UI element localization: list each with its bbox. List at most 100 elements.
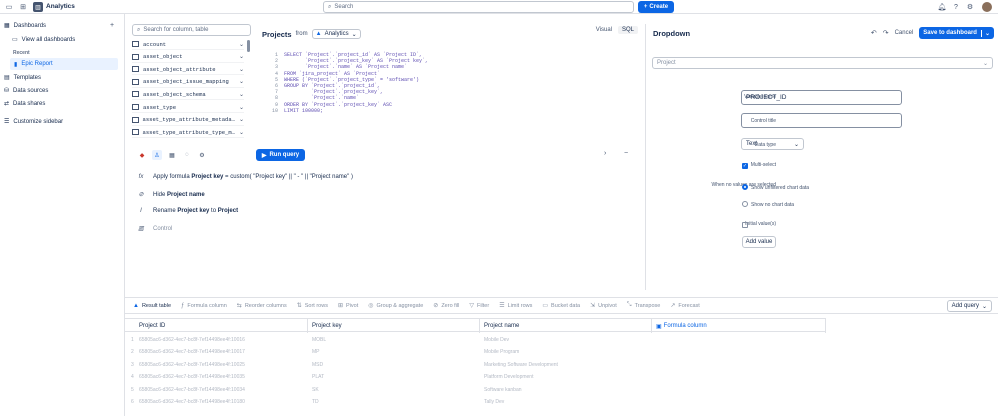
step-formula[interactable]: fx Apply formula Project key = custom( "… bbox=[137, 174, 353, 180]
variable-name-input[interactable]: PROJECT_ID bbox=[741, 90, 902, 105]
column-list-item[interactable]: asset_type_attribute_metada… ⌄ bbox=[132, 115, 244, 126]
table-row[interactable]: 5 65805ac6-d362-4ec7-bc8f-7ef14498ee4f:10… bbox=[125, 384, 826, 396]
cell-project-name[interactable]: Marketing Software Development bbox=[480, 359, 652, 371]
bucket-data-tool[interactable]: ▭ Bucket data bbox=[542, 302, 580, 310]
column-list-item[interactable]: asset_type_attribute_type_m… ⌄ bbox=[132, 127, 244, 139]
save-to-dashboard-button[interactable]: Save to dashboard ⌄ bbox=[919, 27, 994, 39]
column-header-project-key[interactable]: Project key bbox=[308, 319, 480, 333]
cell-project-key[interactable]: MOBL bbox=[308, 334, 480, 346]
app-name[interactable]: Analytics bbox=[46, 3, 75, 10]
cancel-button[interactable]: Cancel bbox=[895, 30, 914, 36]
cell-project-id[interactable]: 65805ac6-d362-4ec7-bc8f-7ef14498ee4f:100… bbox=[135, 371, 308, 383]
sql-code[interactable]: 1 SELECT `Project`.`project_id` AS `Proje… bbox=[264, 52, 634, 114]
initial-values-checkbox[interactable] bbox=[742, 222, 748, 228]
settings-icon[interactable]: ⚙ bbox=[197, 150, 207, 160]
chevron-down-icon[interactable]: ⌄ bbox=[239, 78, 244, 85]
settings-icon[interactable]: ⚙ bbox=[965, 2, 975, 12]
chevron-down-icon[interactable]: ⌄ bbox=[239, 116, 244, 123]
chevron-down-icon[interactable]: ⌄ bbox=[239, 104, 244, 111]
column-list-item[interactable]: asset_object_schema ⌄ bbox=[132, 89, 244, 101]
cell-project-name[interactable]: Mobile Dev bbox=[480, 334, 652, 346]
search-input[interactable]: ⌕ Search bbox=[323, 1, 634, 13]
multi-select-checkbox[interactable]: ✓ bbox=[742, 163, 748, 169]
tab-visual[interactable]: Visual bbox=[592, 26, 616, 34]
chevron-down-icon[interactable]: ⌄ bbox=[239, 91, 244, 98]
sidebar-item-view-all[interactable]: ▭ View all dashboards bbox=[12, 36, 75, 44]
step-control[interactable]: ▥ Control bbox=[137, 225, 172, 233]
cell-project-name[interactable]: Software kanban bbox=[480, 384, 652, 396]
transpose-tool[interactable]: ⤡ Transpose bbox=[627, 302, 661, 309]
run-query-button[interactable]: ▶ Run query bbox=[256, 149, 305, 161]
column-list-item[interactable]: asset_object_attribute ⌄ bbox=[132, 64, 244, 76]
column-list-item[interactable]: account ⌄ bbox=[132, 39, 244, 50]
chevron-right-icon[interactable]: › bbox=[604, 150, 606, 157]
radio-unfiltered-label[interactable]: Show unfiltered chart data bbox=[751, 185, 809, 191]
redo-icon[interactable]: ↷ bbox=[883, 29, 889, 37]
result-table-tab[interactable]: ▲ Result table bbox=[133, 303, 171, 309]
formula-column-tool[interactable]: ƒ Formula column bbox=[181, 303, 227, 309]
column-search-input[interactable]: ⌕ Search for column, table bbox=[132, 24, 251, 36]
forecast-tool[interactable]: ↗ Forecast bbox=[670, 302, 699, 310]
cell-project-id[interactable]: 65805ac6-d362-4ec7-bc8f-7ef14498ee4f:100… bbox=[135, 334, 308, 346]
collapse-icon[interactable]: − bbox=[624, 150, 628, 157]
table-row[interactable]: 4 65805ac6-d362-4ec7-bc8f-7ef14498ee4f:10… bbox=[125, 371, 826, 383]
add-dashboard-icon[interactable]: + bbox=[110, 22, 114, 29]
column-header-project-name[interactable]: Project name bbox=[480, 319, 652, 333]
cell-project-key[interactable]: SK bbox=[308, 384, 480, 396]
cell-project-id[interactable]: 65805ac6-d362-4ec7-bc8f-7ef14498ee4f:100… bbox=[135, 359, 308, 371]
sidebar-item-customize[interactable]: ☰ Customize sidebar bbox=[4, 118, 63, 126]
cell-project-id[interactable]: 65805ac6-d362-4ec7-bc8f-7ef14498ee4f:100… bbox=[135, 384, 308, 396]
create-button[interactable]: + Create bbox=[638, 1, 674, 13]
radio-no-data-label[interactable]: Show no chart data bbox=[751, 202, 794, 208]
scrollbar-thumb[interactable] bbox=[247, 40, 250, 52]
pivot-tool[interactable]: ⊞ Pivot bbox=[338, 302, 358, 310]
unpivot-tool[interactable]: ⇲ Unpivot bbox=[590, 302, 617, 310]
table-row[interactable]: 3 65805ac6-d362-4ec7-bc8f-7ef14498ee4f:10… bbox=[125, 359, 826, 371]
app-switcher-icon[interactable]: ⊞ bbox=[18, 2, 28, 12]
limit-rows-tool[interactable]: ☰ Limit rows bbox=[499, 302, 532, 310]
sidebar-item-data-shares[interactable]: ⇄ Data shares bbox=[4, 100, 45, 108]
sidebar-item-templates[interactable]: ▤ Templates bbox=[4, 74, 41, 82]
step-rename[interactable]: I Rename Project key to Project bbox=[137, 208, 238, 214]
radio-unfiltered[interactable] bbox=[742, 184, 748, 190]
table-row[interactable]: 2 65805ac6-d362-4ec7-bc8f-7ef14498ee4f:10… bbox=[125, 346, 826, 358]
cell-project-key[interactable]: MSD bbox=[308, 359, 480, 371]
zero-fill-tool[interactable]: ⊘ Zero fill bbox=[433, 302, 459, 310]
radio-no-data[interactable] bbox=[742, 201, 748, 207]
project-select[interactable]: Project ⌄ bbox=[652, 57, 993, 69]
data-source-select[interactable]: ▲ Analytics ⌄ bbox=[311, 29, 361, 39]
sidebar-toggle-icon[interactable]: ▭ bbox=[4, 2, 14, 12]
step-hide[interactable]: ⊘ Hide Project name bbox=[137, 191, 204, 199]
sort-rows-tool[interactable]: ⇅ Sort rows bbox=[297, 302, 328, 310]
chevron-down-icon[interactable]: ⌄ bbox=[239, 129, 244, 136]
reorder-columns-tool[interactable]: ⇆ Reorder columns bbox=[237, 302, 287, 310]
cell-project-id[interactable]: 65805ac6-d362-4ec7-bc8f-7ef14498ee4f:101… bbox=[135, 396, 308, 408]
person-icon[interactable]: ♙ bbox=[152, 150, 162, 160]
avatar[interactable] bbox=[982, 2, 992, 12]
column-header-formula[interactable]: ▣ Formula column bbox=[652, 319, 826, 333]
cell-project-name[interactable]: Mobile Program bbox=[480, 346, 652, 358]
column-list-item[interactable]: asset_type ⌄ bbox=[132, 102, 244, 113]
cell-project-key[interactable]: MP bbox=[308, 346, 480, 358]
add-value-button[interactable]: Add value bbox=[742, 236, 776, 248]
cell-project-name[interactable]: Platform Development bbox=[480, 371, 652, 383]
table-row[interactable]: 1 65805ac6-d362-4ec7-bc8f-7ef14498ee4f:10… bbox=[125, 334, 826, 346]
column-header-project-id[interactable]: Project ID bbox=[125, 319, 308, 333]
chevron-down-icon[interactable]: ⌄ bbox=[239, 66, 244, 73]
group-aggregate-tool[interactable]: ◎ Group & aggregate bbox=[368, 302, 423, 310]
add-query-button[interactable]: Add query ⌄ bbox=[946, 300, 992, 312]
sidebar-item-dashboards[interactable]: ▦ Dashboards bbox=[4, 22, 46, 30]
sidebar-item-data-sources[interactable]: ⛁ Data sources bbox=[4, 87, 48, 95]
sql-line[interactable]: 10 LIMIT 100000; bbox=[264, 108, 634, 114]
table-row[interactable]: 6 65805ac6-d362-4ec7-bc8f-7ef14498ee4f:10… bbox=[125, 396, 826, 408]
cell-project-name[interactable]: Tally Dev bbox=[480, 396, 652, 408]
analytics-logo-icon[interactable]: ▥ bbox=[33, 2, 43, 12]
control-title-input[interactable] bbox=[741, 113, 902, 128]
table-icon[interactable]: ▦ bbox=[167, 150, 177, 160]
notifications-icon[interactable]: 🔔︎ bbox=[937, 2, 947, 12]
stop-icon[interactable]: ◆ bbox=[137, 150, 147, 160]
comment-icon[interactable]: ◌ bbox=[182, 150, 192, 160]
sidebar-item-epic-report[interactable]: ▮ Epic Report bbox=[10, 58, 118, 70]
tab-sql[interactable]: SQL bbox=[617, 26, 638, 34]
chevron-down-icon[interactable]: ⌄ bbox=[239, 41, 244, 48]
